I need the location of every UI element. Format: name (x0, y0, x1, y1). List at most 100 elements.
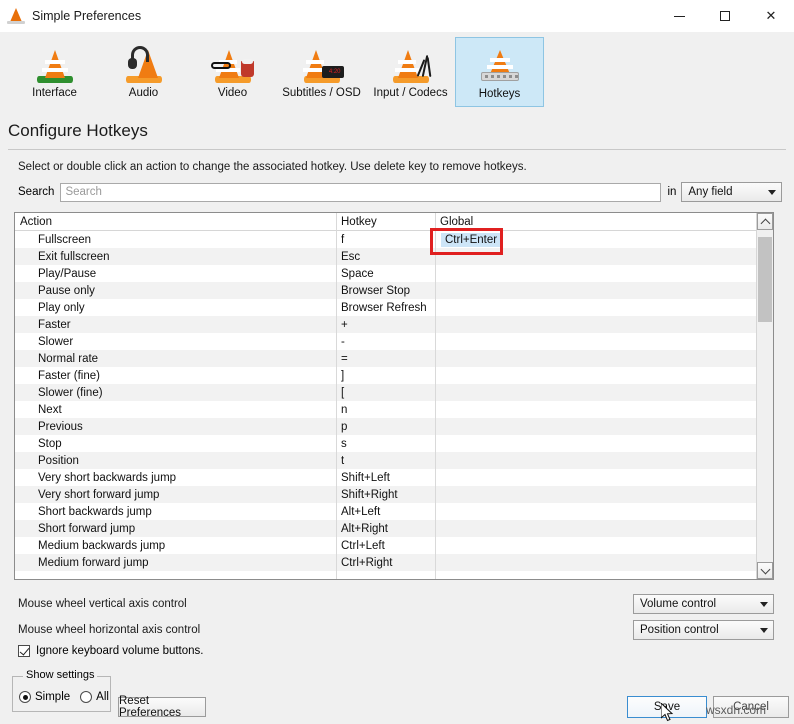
toolbar-item-label: Video (217, 87, 248, 99)
ignore-volume-checkbox[interactable]: Ignore keyboard volume buttons. (18, 645, 204, 657)
radio-simple-label[interactable]: Simple (35, 691, 70, 703)
subtitles-osd-icon: 4:20 (298, 43, 346, 85)
cell-hotkey[interactable]: Alt+Left (336, 506, 435, 518)
reset-preferences-button[interactable]: Reset Preferences (118, 695, 206, 719)
toolbar-item-interface[interactable]: Interface (10, 37, 99, 107)
cell-hotkey[interactable]: Ctrl+Left (336, 540, 435, 552)
table-row[interactable]: Very short backwards jump Shift+Left (15, 469, 756, 486)
cell-hotkey[interactable]: Ctrl+Right (336, 557, 435, 569)
column-header-hotkey[interactable]: Hotkey (336, 216, 435, 228)
cell-hotkey[interactable]: Space (336, 268, 435, 280)
show-settings-group: Show settings Simple All (12, 669, 111, 712)
cell-hotkey[interactable]: = (336, 353, 435, 365)
table-row[interactable]: Next n (15, 401, 756, 418)
table-row[interactable]: Stop s (15, 435, 756, 452)
table-row[interactable]: Medium backwards jump Ctrl+Left (15, 537, 756, 554)
cell-hotkey[interactable]: n (336, 404, 435, 416)
close-icon[interactable]: ✕ (748, 0, 794, 32)
minimize-button[interactable] (656, 0, 702, 32)
cell-action[interactable]: Short forward jump (15, 523, 336, 535)
table-scrollbar[interactable] (756, 213, 773, 579)
scroll-up-icon[interactable] (757, 213, 773, 230)
cell-action[interactable]: Stop (15, 438, 336, 450)
cell-action[interactable]: Medium forward jump (15, 557, 336, 569)
cell-global[interactable]: Ctrl+Enter (435, 232, 756, 247)
scroll-down-icon[interactable] (757, 562, 773, 579)
mouse-wheel-vertical-dropdown[interactable]: Volume control (633, 594, 774, 614)
search-scope-dropdown[interactable]: Any field (681, 182, 783, 202)
table-row[interactable]: Short forward jump Alt+Right (15, 520, 756, 537)
page-title: Configure Hotkeys (8, 121, 148, 140)
table-row[interactable]: Short backwards jump Alt+Left (15, 503, 756, 520)
table-row[interactable]: Slower (fine)[ (15, 384, 756, 401)
toolbar-item-video[interactable]: Video (188, 37, 277, 107)
table-row[interactable]: Very short forward jump Shift+Right (15, 486, 756, 503)
cell-hotkey[interactable]: Browser Stop (336, 285, 435, 297)
window-title: Simple Preferences (32, 9, 142, 23)
cell-hotkey[interactable]: s (336, 438, 435, 450)
radio-all-label[interactable]: All (96, 691, 109, 703)
cell-action[interactable]: Position (15, 455, 336, 467)
table-row[interactable]: Pause only Browser Stop (15, 282, 756, 299)
cell-action[interactable]: Next (15, 404, 336, 416)
cell-hotkey[interactable]: Alt+Right (336, 523, 435, 535)
column-header-global[interactable]: Global (435, 216, 756, 228)
cell-action[interactable]: Slower (fine) (15, 387, 336, 399)
table-row[interactable]: Previous p (15, 418, 756, 435)
show-settings-title: Show settings (23, 669, 98, 681)
cell-hotkey[interactable]: Shift+Right (336, 489, 435, 501)
cell-action[interactable]: Very short backwards jump (15, 472, 336, 484)
cell-hotkey[interactable]: Esc (336, 251, 435, 263)
radio-all-icon[interactable] (80, 691, 93, 703)
cell-action[interactable]: Faster (15, 319, 336, 331)
maximize-button[interactable] (702, 0, 748, 32)
table-row[interactable]: Medium forward jump Ctrl+Right (15, 554, 756, 571)
cell-action[interactable]: Play only (15, 302, 336, 314)
scrollbar-thumb[interactable] (758, 237, 772, 322)
toolbar-item-input-codecs[interactable]: Input / Codecs (366, 37, 455, 107)
header-divider (8, 149, 786, 150)
table-row[interactable]: Exit fullscreen Esc (15, 248, 756, 265)
table-row[interactable]: Faster + (15, 316, 756, 333)
cell-hotkey[interactable]: t (336, 455, 435, 467)
cell-hotkey[interactable]: Browser Refresh (336, 302, 435, 314)
table-row[interactable]: Slower - (15, 333, 756, 350)
cell-action[interactable]: Exit fullscreen (15, 251, 336, 263)
cell-action[interactable]: Medium backwards jump (15, 540, 336, 552)
toolbar-item-hotkeys[interactable]: Hotkeys (455, 37, 544, 107)
table-row[interactable]: Play/Pause Space (15, 265, 756, 282)
mouse-wheel-horizontal-dropdown[interactable]: Position control (633, 620, 774, 640)
cell-action[interactable]: Faster (fine) (15, 370, 336, 382)
save-button[interactable]: Save (627, 696, 707, 718)
radio-simple-icon[interactable] (19, 691, 31, 703)
cell-hotkey[interactable]: - (336, 336, 435, 348)
cell-action[interactable]: Normal rate (15, 353, 336, 365)
cell-hotkey[interactable]: Shift+Left (336, 472, 435, 484)
toolbar-item-subtitles-osd[interactable]: 4:20 Subtitles / OSD (277, 37, 366, 107)
table-row[interactable]: Position t (15, 452, 756, 469)
table-row[interactable]: Faster (fine)] (15, 367, 756, 384)
cell-hotkey[interactable]: [ (336, 387, 435, 399)
cell-hotkey[interactable]: f (336, 234, 435, 246)
vlc-cone-icon (7, 7, 25, 25)
search-in-label: in (667, 186, 677, 198)
selected-hotkey-cell[interactable]: Ctrl+Enter (441, 232, 502, 247)
cell-hotkey[interactable]: p (336, 421, 435, 433)
cell-action[interactable]: Slower (15, 336, 336, 348)
cell-hotkey[interactable]: + (336, 319, 435, 331)
cell-action[interactable]: Pause only (15, 285, 336, 297)
cell-action[interactable]: Short backwards jump (15, 506, 336, 518)
cell-action[interactable]: Fullscreen (15, 234, 336, 246)
chevron-down-icon (768, 189, 777, 195)
table-row[interactable]: Fullscreen f Ctrl+Enter (15, 231, 756, 248)
cell-hotkey[interactable]: ] (336, 370, 435, 382)
cell-action[interactable]: Previous (15, 421, 336, 433)
column-header-action[interactable]: Action (15, 216, 336, 228)
table-row[interactable]: Normal rate = (15, 350, 756, 367)
cell-action[interactable]: Very short forward jump (15, 489, 336, 501)
checkbox-icon (18, 645, 30, 657)
table-row[interactable]: Play only Browser Refresh (15, 299, 756, 316)
cell-action[interactable]: Play/Pause (15, 268, 336, 280)
toolbar-item-audio[interactable]: Audio (99, 37, 188, 107)
search-input[interactable]: Search (60, 182, 662, 202)
